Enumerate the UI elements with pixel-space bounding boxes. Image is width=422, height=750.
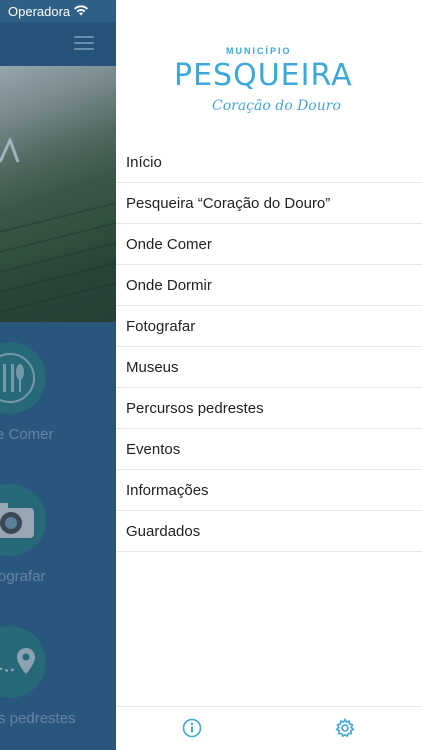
- logo-main-text: PESQUEIRA: [174, 58, 353, 93]
- map-pin-icon: [0, 648, 35, 674]
- app-header: [0, 22, 116, 66]
- logo-script-text: Coração do Douro: [212, 98, 341, 114]
- restaurant-icon: [0, 353, 35, 403]
- drawer-bottom-bar: [116, 706, 422, 750]
- feature-label: s pedrestes: [0, 710, 76, 727]
- feature-label: e Comer: [0, 426, 54, 443]
- background-app: Operadora e Comer ografar s pedrestes: [0, 0, 116, 750]
- wifi-icon: [74, 5, 88, 16]
- municipio-logo: MUNICÍPIO PESQUEIRA Coração do Douro: [166, 44, 366, 124]
- menu-item-informacoes[interactable]: Informações: [116, 470, 422, 511]
- menu-item-percursos-pedrestes[interactable]: Percursos pedrestes: [116, 388, 422, 429]
- gear-icon[interactable]: [335, 718, 355, 738]
- menu-item-onde-dormir[interactable]: Onde Dormir: [116, 265, 422, 306]
- hero-logo-fragment: [0, 138, 20, 163]
- menu-item-guardados[interactable]: Guardados: [116, 511, 422, 552]
- drawer-menu: Início Pesqueira “Coração do Douro” Onde…: [116, 142, 422, 552]
- menu-item-museus[interactable]: Museus: [116, 347, 422, 388]
- menu-item-inicio[interactable]: Início: [116, 142, 422, 183]
- side-drawer: MUNICÍPIO PESQUEIRA Coração do Douro Iní…: [116, 0, 422, 750]
- feature-circle: [0, 626, 46, 698]
- menu-item-pesqueira[interactable]: Pesqueira “Coração do Douro”: [116, 183, 422, 224]
- feature-label: ografar: [0, 568, 46, 585]
- feature-circle: [0, 484, 46, 556]
- menu-item-eventos[interactable]: Eventos: [116, 429, 422, 470]
- menu-item-onde-comer[interactable]: Onde Comer: [116, 224, 422, 265]
- status-bar: Operadora: [0, 0, 116, 22]
- hamburger-menu-icon[interactable]: [74, 36, 94, 50]
- camera-icon: [0, 503, 34, 538]
- info-icon[interactable]: [182, 718, 202, 738]
- carrier-name: Operadora: [8, 4, 71, 19]
- hero-image: [0, 66, 116, 322]
- feature-circle: [0, 342, 46, 414]
- logo-top-text: MUNICÍPIO: [226, 46, 292, 56]
- menu-item-fotografar[interactable]: Fotografar: [116, 306, 422, 347]
